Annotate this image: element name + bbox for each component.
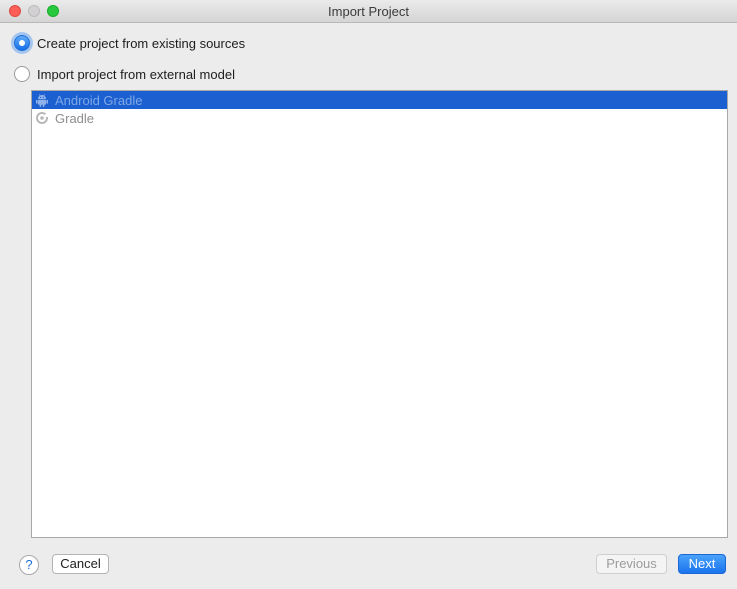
- import-external-model-radio[interactable]: [14, 66, 30, 82]
- android-gradle-label: Android Gradle: [55, 92, 143, 108]
- cancel-button[interactable]: Cancel: [52, 554, 109, 574]
- external-model-list[interactable]: Android Gradle Gradle: [31, 90, 728, 538]
- gradle-label: Gradle: [55, 110, 95, 126]
- option-import-external-model[interactable]: Import project from external model: [14, 65, 235, 83]
- create-from-sources-radio[interactable]: [14, 35, 30, 51]
- window-title: Import Project: [328, 4, 409, 19]
- android-icon: [34, 92, 50, 108]
- previous-button[interactable]: Previous: [596, 554, 667, 574]
- gradle-icon: [34, 110, 50, 126]
- list-item-gradle[interactable]: Gradle: [32, 109, 727, 127]
- list-item-android-gradle[interactable]: Android Gradle: [32, 91, 727, 109]
- option-create-from-sources[interactable]: Create project from existing sources: [14, 34, 245, 52]
- title-bar: Import Project: [0, 0, 737, 23]
- import-external-model-label[interactable]: Import project from external model: [37, 67, 235, 82]
- next-button[interactable]: Next: [678, 554, 726, 574]
- create-from-sources-label[interactable]: Create project from existing sources: [37, 36, 245, 51]
- help-button[interactable]: ?: [19, 555, 39, 575]
